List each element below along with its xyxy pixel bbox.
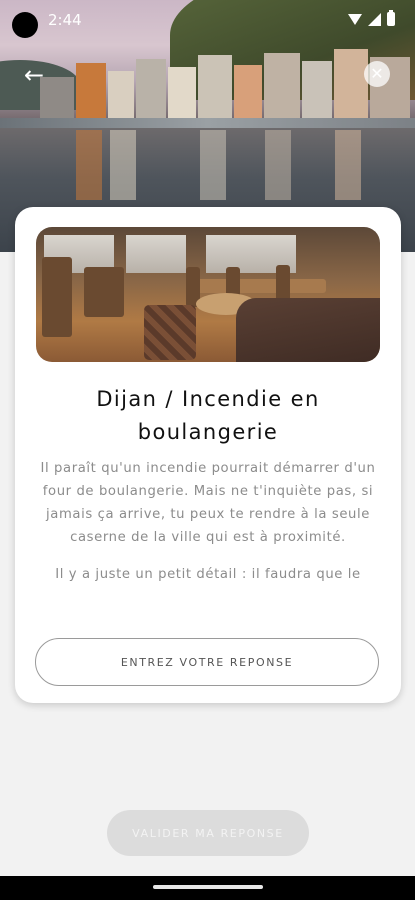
challenge-card: Dijan / Incendie en boulangerie Il paraî… (15, 207, 401, 703)
status-time: 2:44 (48, 11, 82, 29)
card-description: Il paraît qu'un incendie pourrait démarr… (35, 457, 381, 600)
battery-icon (387, 10, 395, 26)
home-indicator[interactable] (153, 885, 263, 889)
camera-cutout (12, 12, 38, 38)
description-paragraph: Il y a juste un petit détail : il faudra… (55, 567, 361, 582)
card-title: Dijan / Incendie en boulangerie (96, 387, 320, 444)
status-bar: 2:44 (0, 0, 415, 38)
description-paragraph: Il paraît qu'un incendie pourrait démarr… (40, 461, 376, 545)
close-icon[interactable]: ✕ (364, 61, 390, 87)
validate-answer-button[interactable]: VALIDER MA REPONSE (107, 810, 309, 856)
answer-input[interactable] (35, 638, 379, 686)
navigation-bar (0, 876, 415, 900)
signal-icon (368, 12, 381, 26)
bakery-photo (36, 227, 380, 362)
back-arrow-icon[interactable]: ← (24, 62, 52, 90)
wifi-icon (348, 13, 362, 25)
